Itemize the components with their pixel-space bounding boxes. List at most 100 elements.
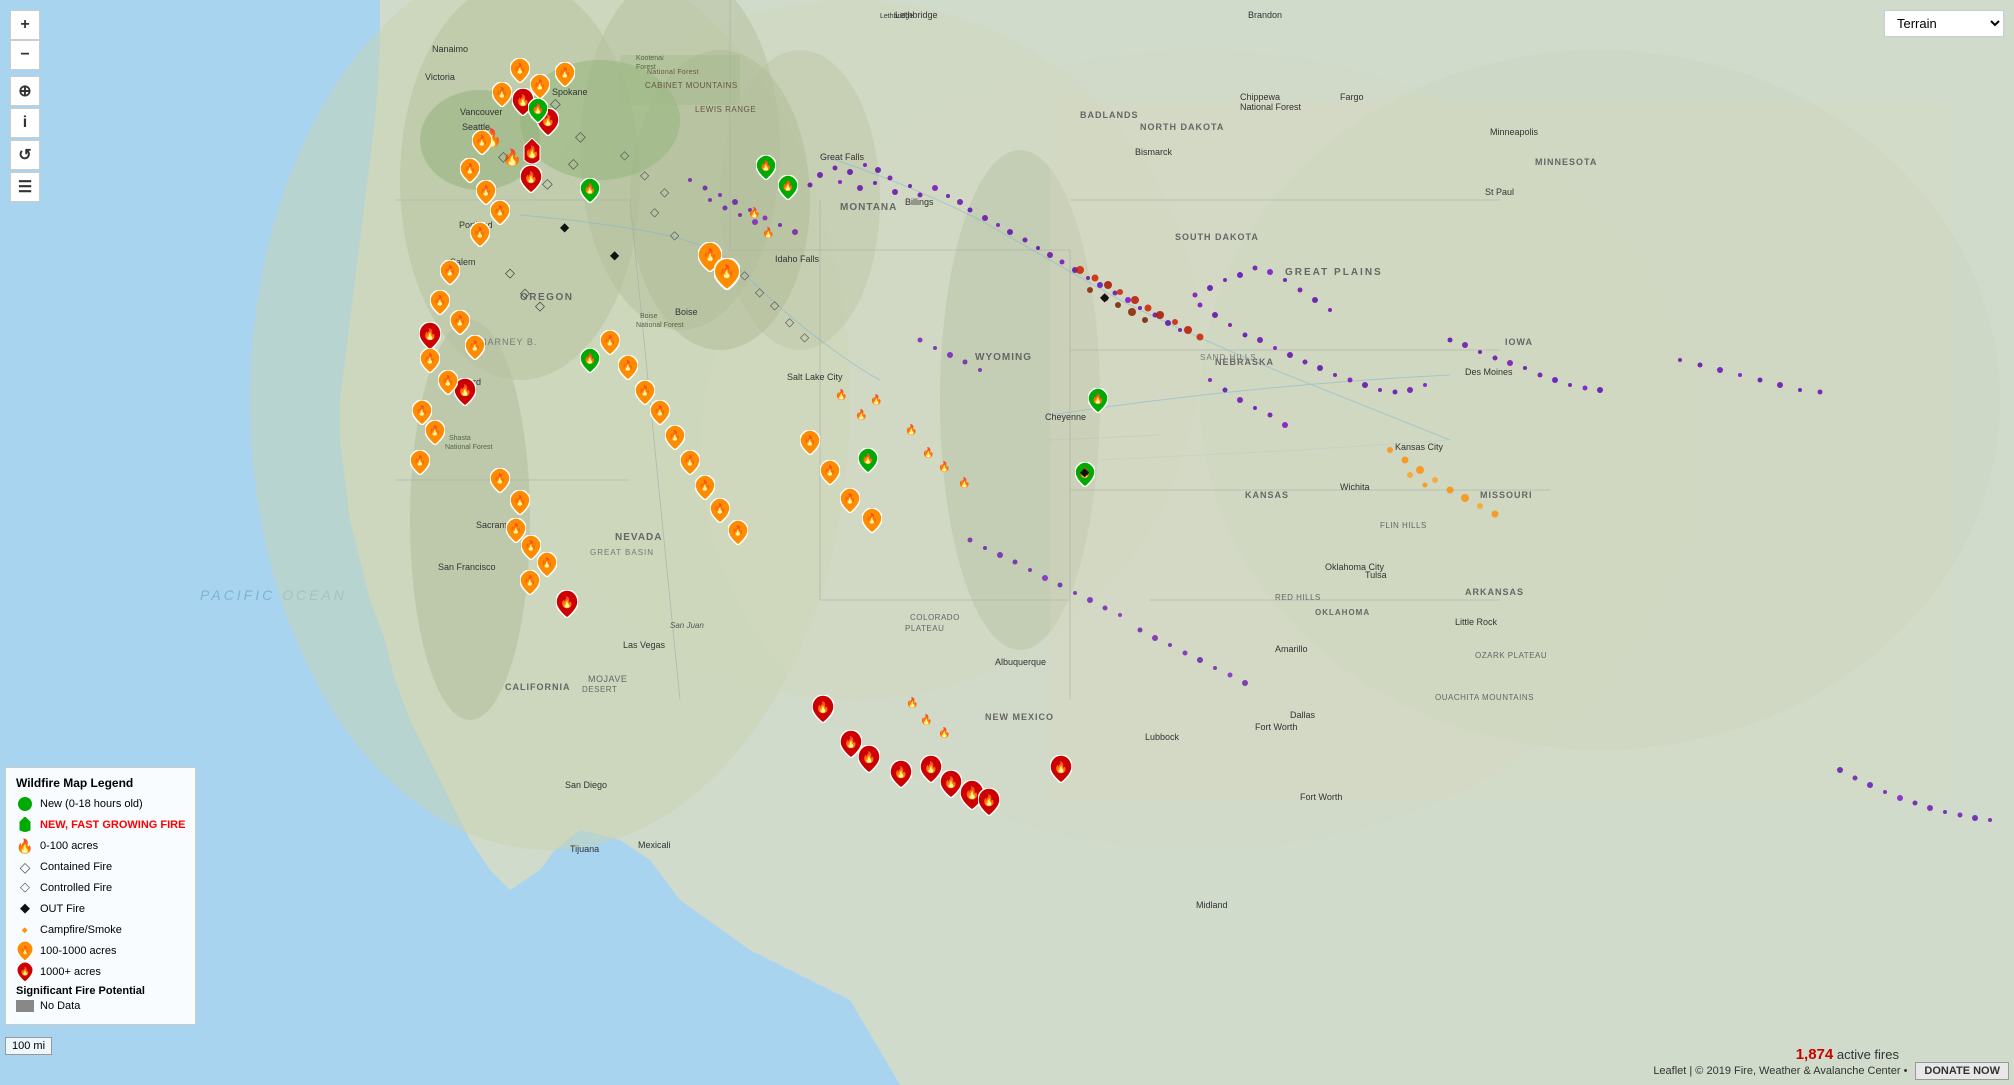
legend-fast-fire-label: NEW, FAST GROWING FIRE	[40, 818, 185, 832]
svg-text:IOWA: IOWA	[1505, 337, 1533, 347]
legend-large-fire-label: 1000+ acres	[40, 965, 101, 979]
svg-text:Kootenai: Kootenai	[636, 55, 664, 62]
legend-new-fire-icon	[16, 795, 34, 813]
svg-text:NEVADA: NEVADA	[615, 532, 662, 543]
legend-controlled-label: Controlled Fire	[40, 881, 112, 895]
compass-button[interactable]: ⊕	[10, 76, 40, 106]
legend-out-fire: ◆ OUT Fire	[16, 900, 185, 918]
legend-medium-fire-label: 100-1000 acres	[40, 944, 116, 958]
svg-text:Las Vegas: Las Vegas	[623, 640, 666, 650]
svg-text:BADLANDS: BADLANDS	[1080, 110, 1139, 120]
attribution-text: Leaflet | © 2019 Fire, Weather & Avalanc…	[1653, 1065, 1907, 1077]
donate-button[interactable]: DONATE NOW	[1915, 1062, 2009, 1080]
svg-text:Cheyenne: Cheyenne	[1045, 412, 1086, 422]
svg-text:CABINET MOUNTAINS: CABINET MOUNTAINS	[645, 81, 738, 90]
legend-contained: ◇ Contained Fire	[16, 858, 185, 876]
svg-text:San Francisco: San Francisco	[438, 562, 496, 572]
legend-no-data: No Data	[16, 999, 185, 1013]
info-button[interactable]: i	[10, 108, 40, 138]
svg-text:Minneapolis: Minneapolis	[1490, 127, 1539, 137]
svg-text:GREAT PLAINS: GREAT PLAINS	[1285, 267, 1383, 278]
svg-text:St Paul: St Paul	[1485, 187, 1514, 197]
legend-new-fire-label: New (0-18 hours old)	[40, 797, 143, 811]
legend-large-fire: 🔥 1000+ acres	[16, 963, 185, 981]
svg-text:Kansas City: Kansas City	[1395, 442, 1444, 452]
svg-text:KANSAS: KANSAS	[1245, 490, 1289, 500]
svg-text:LEWIS RANGE: LEWIS RANGE	[695, 105, 756, 114]
svg-text:Lubbock: Lubbock	[1145, 732, 1180, 742]
svg-text:Sacramento: Sacramento	[476, 520, 525, 530]
legend-no-data-color	[16, 1000, 34, 1012]
svg-text:MONTANA: MONTANA	[840, 202, 897, 213]
svg-text:Nanaimo: Nanaimo	[432, 44, 468, 54]
legend-out-fire-label: OUT Fire	[40, 902, 85, 916]
svg-text:Spokane: Spokane	[552, 87, 588, 97]
legend-fast-fire: NEW, FAST GROWING FIRE	[16, 816, 185, 834]
svg-text:CALIFORNIA: CALIFORNIA	[505, 682, 571, 692]
layers-button[interactable]: ☰	[10, 172, 40, 202]
svg-text:Boise: Boise	[675, 307, 698, 317]
svg-text:Medford: Medford	[448, 377, 481, 387]
active-fires-display: 1,874 active fires	[1796, 1046, 1899, 1063]
svg-text:San Juan: San Juan	[670, 621, 704, 630]
svg-text:PLATEAU: PLATEAU	[905, 624, 944, 633]
legend-significant-title: Significant Fire Potential	[16, 985, 185, 997]
legend-controlled: ◇ Controlled Fire	[16, 879, 185, 897]
map-controls: + − ⊕ i ↺ ☰	[10, 10, 40, 207]
svg-text:MINNESOTA: MINNESOTA	[1535, 157, 1597, 167]
svg-text:Salem: Salem	[450, 257, 476, 267]
svg-text:Victoria: Victoria	[425, 72, 455, 82]
svg-text:Albuquerque: Albuquerque	[995, 657, 1046, 667]
zoom-in-button[interactable]: +	[10, 10, 40, 40]
attribution: Leaflet | © 2019 Fire, Weather & Avalanc…	[1653, 1062, 2009, 1080]
svg-text:Dallas: Dallas	[1290, 710, 1316, 720]
svg-text:Des Moines: Des Moines	[1465, 367, 1513, 377]
legend-medium-fire: 🔥 100-1000 acres	[16, 942, 185, 960]
active-fires-label: active fires	[1837, 1047, 1899, 1062]
svg-text:NORTH DAKOTA: NORTH DAKOTA	[1140, 122, 1224, 132]
svg-text:OREGON: OREGON	[520, 292, 573, 303]
svg-text:SOUTH DAKOTA: SOUTH DAKOTA	[1175, 232, 1259, 242]
legend-medium-fire-icon: 🔥	[16, 942, 34, 960]
map-type-dropdown[interactable]: Terrain Satellite Roadmap Hybrid	[1884, 10, 2004, 37]
svg-text:🔥: 🔥	[20, 945, 30, 955]
legend-title: Wildfire Map Legend	[16, 776, 185, 790]
svg-text:Great Falls: Great Falls	[820, 152, 865, 162]
svg-text:Vancouver: Vancouver	[460, 107, 502, 117]
svg-text:MISSOURI: MISSOURI	[1480, 490, 1533, 500]
map-container[interactable]: PACIFIC OCEAN	[0, 0, 2014, 1085]
svg-text:DESERT: DESERT	[582, 685, 617, 694]
svg-text:OZARK PLATEAU: OZARK PLATEAU	[1475, 651, 1547, 660]
legend-controlled-icon: ◇	[16, 879, 34, 897]
legend: Wildfire Map Legend New (0-18 hours old)…	[5, 767, 196, 1025]
svg-text:Salt Lake City: Salt Lake City	[787, 372, 843, 382]
reset-button[interactable]: ↺	[10, 140, 40, 170]
svg-text:ARKANSAS: ARKANSAS	[1465, 587, 1524, 597]
legend-campfire-label: Campfire/Smoke	[40, 923, 122, 937]
svg-text:National Forest: National Forest	[1240, 102, 1302, 112]
svg-text:Seattle: Seattle	[462, 122, 490, 132]
svg-text:Bismarck: Bismarck	[1135, 147, 1173, 157]
svg-text:Mexicali: Mexicali	[638, 840, 671, 850]
map-type-selector[interactable]: Terrain Satellite Roadmap Hybrid	[1884, 10, 2004, 37]
svg-text:Midland: Midland	[1196, 900, 1228, 910]
svg-text:Fargo: Fargo	[1340, 92, 1364, 102]
svg-text:HARNEY B.: HARNEY B.	[480, 337, 537, 347]
zoom-controls: + −	[10, 10, 40, 70]
scale-label: 100 mi	[12, 1040, 45, 1052]
legend-new-fire: New (0-18 hours old)	[16, 795, 185, 813]
svg-text:Chippewa: Chippewa	[1240, 92, 1280, 102]
svg-text:NEW MEXICO: NEW MEXICO	[985, 712, 1054, 722]
legend-large-fire-icon: 🔥	[16, 963, 34, 981]
legend-small-fire-label: 0-100 acres	[40, 839, 98, 853]
legend-contained-label: Contained Fire	[40, 860, 112, 874]
svg-text:Tijuana: Tijuana	[570, 844, 599, 854]
svg-text:Oklahoma City: Oklahoma City	[1325, 562, 1385, 572]
legend-small-fire-icon: 🔥	[16, 837, 34, 855]
zoom-out-button[interactable]: −	[10, 40, 40, 70]
active-fires-count: 1,874	[1796, 1046, 1834, 1063]
svg-text:OUACHITA MOUNTAINS: OUACHITA MOUNTAINS	[1435, 693, 1534, 702]
svg-text:Portland: Portland	[459, 220, 493, 230]
svg-text:Billings: Billings	[905, 197, 934, 207]
legend-fast-fire-icon	[16, 816, 34, 834]
